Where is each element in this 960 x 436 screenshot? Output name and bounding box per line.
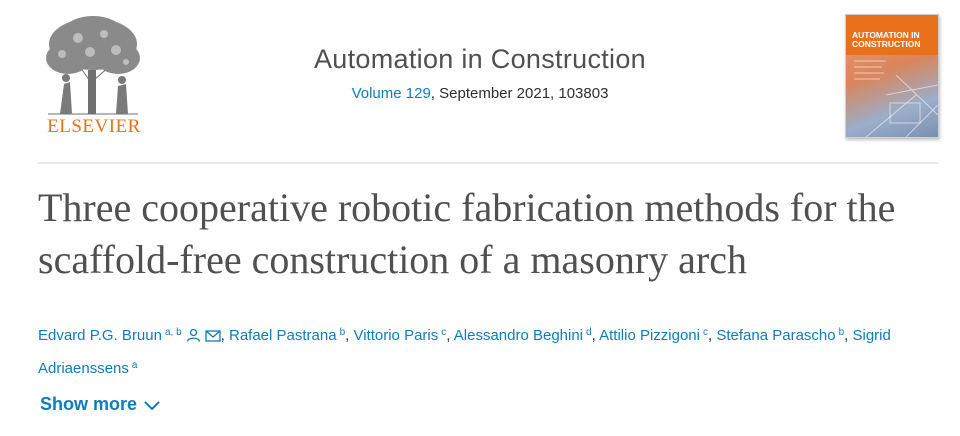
- person-icon[interactable]: [186, 328, 201, 342]
- article-title: Three cooperative robotic fabrication me…: [38, 185, 896, 282]
- author-separator: ,: [220, 327, 229, 344]
- show-more-label: Show more: [40, 394, 138, 414]
- article-header: ELSEVIER Automation in Construction Volu…: [0, 0, 960, 162]
- journal-title[interactable]: Automation in Construction: [0, 44, 960, 75]
- chevron-down-icon: [144, 401, 160, 411]
- author-link[interactable]: Rafael Pastrana: [229, 327, 337, 344]
- author-link[interactable]: Attilio Pizzigoni: [599, 327, 700, 344]
- author-separator: ,: [446, 327, 454, 344]
- author-link[interactable]: Edvard P.G. Bruun: [38, 327, 162, 344]
- show-more-button[interactable]: Show more: [40, 394, 161, 415]
- author-list: Edvard P.G. Bruun a, b, Rafael Pastrana b,…: [38, 318, 918, 384]
- affiliation-marker[interactable]: a, b: [165, 327, 182, 338]
- author-separator: ,: [844, 327, 853, 344]
- author-link[interactable]: Stefana Parascho: [716, 327, 835, 344]
- issue-details: , September 2021, 103803: [430, 85, 609, 102]
- publisher-wordmark: ELSEVIER: [47, 116, 141, 137]
- envelope-icon[interactable]: [205, 330, 221, 342]
- cover-title: AUTOMATION IN CONSTRUCTION: [852, 30, 921, 49]
- affiliation-marker[interactable]: a: [132, 360, 138, 371]
- journal-heading: Automation in Construction Volume 129, S…: [0, 44, 960, 102]
- header-divider: [38, 162, 938, 164]
- issue-info: Volume 129, September 2021, 103803: [0, 85, 960, 102]
- cover-artwork: [854, 60, 938, 137]
- author-link[interactable]: Alessandro Beghini: [454, 327, 583, 344]
- journal-cover-thumbnail[interactable]: AUTOMATION IN CONSTRUCTION: [845, 14, 939, 138]
- author-link[interactable]: Vittorio Paris: [353, 327, 438, 344]
- volume-link[interactable]: Volume 129: [352, 85, 431, 102]
- author-separator: ,: [591, 327, 600, 344]
